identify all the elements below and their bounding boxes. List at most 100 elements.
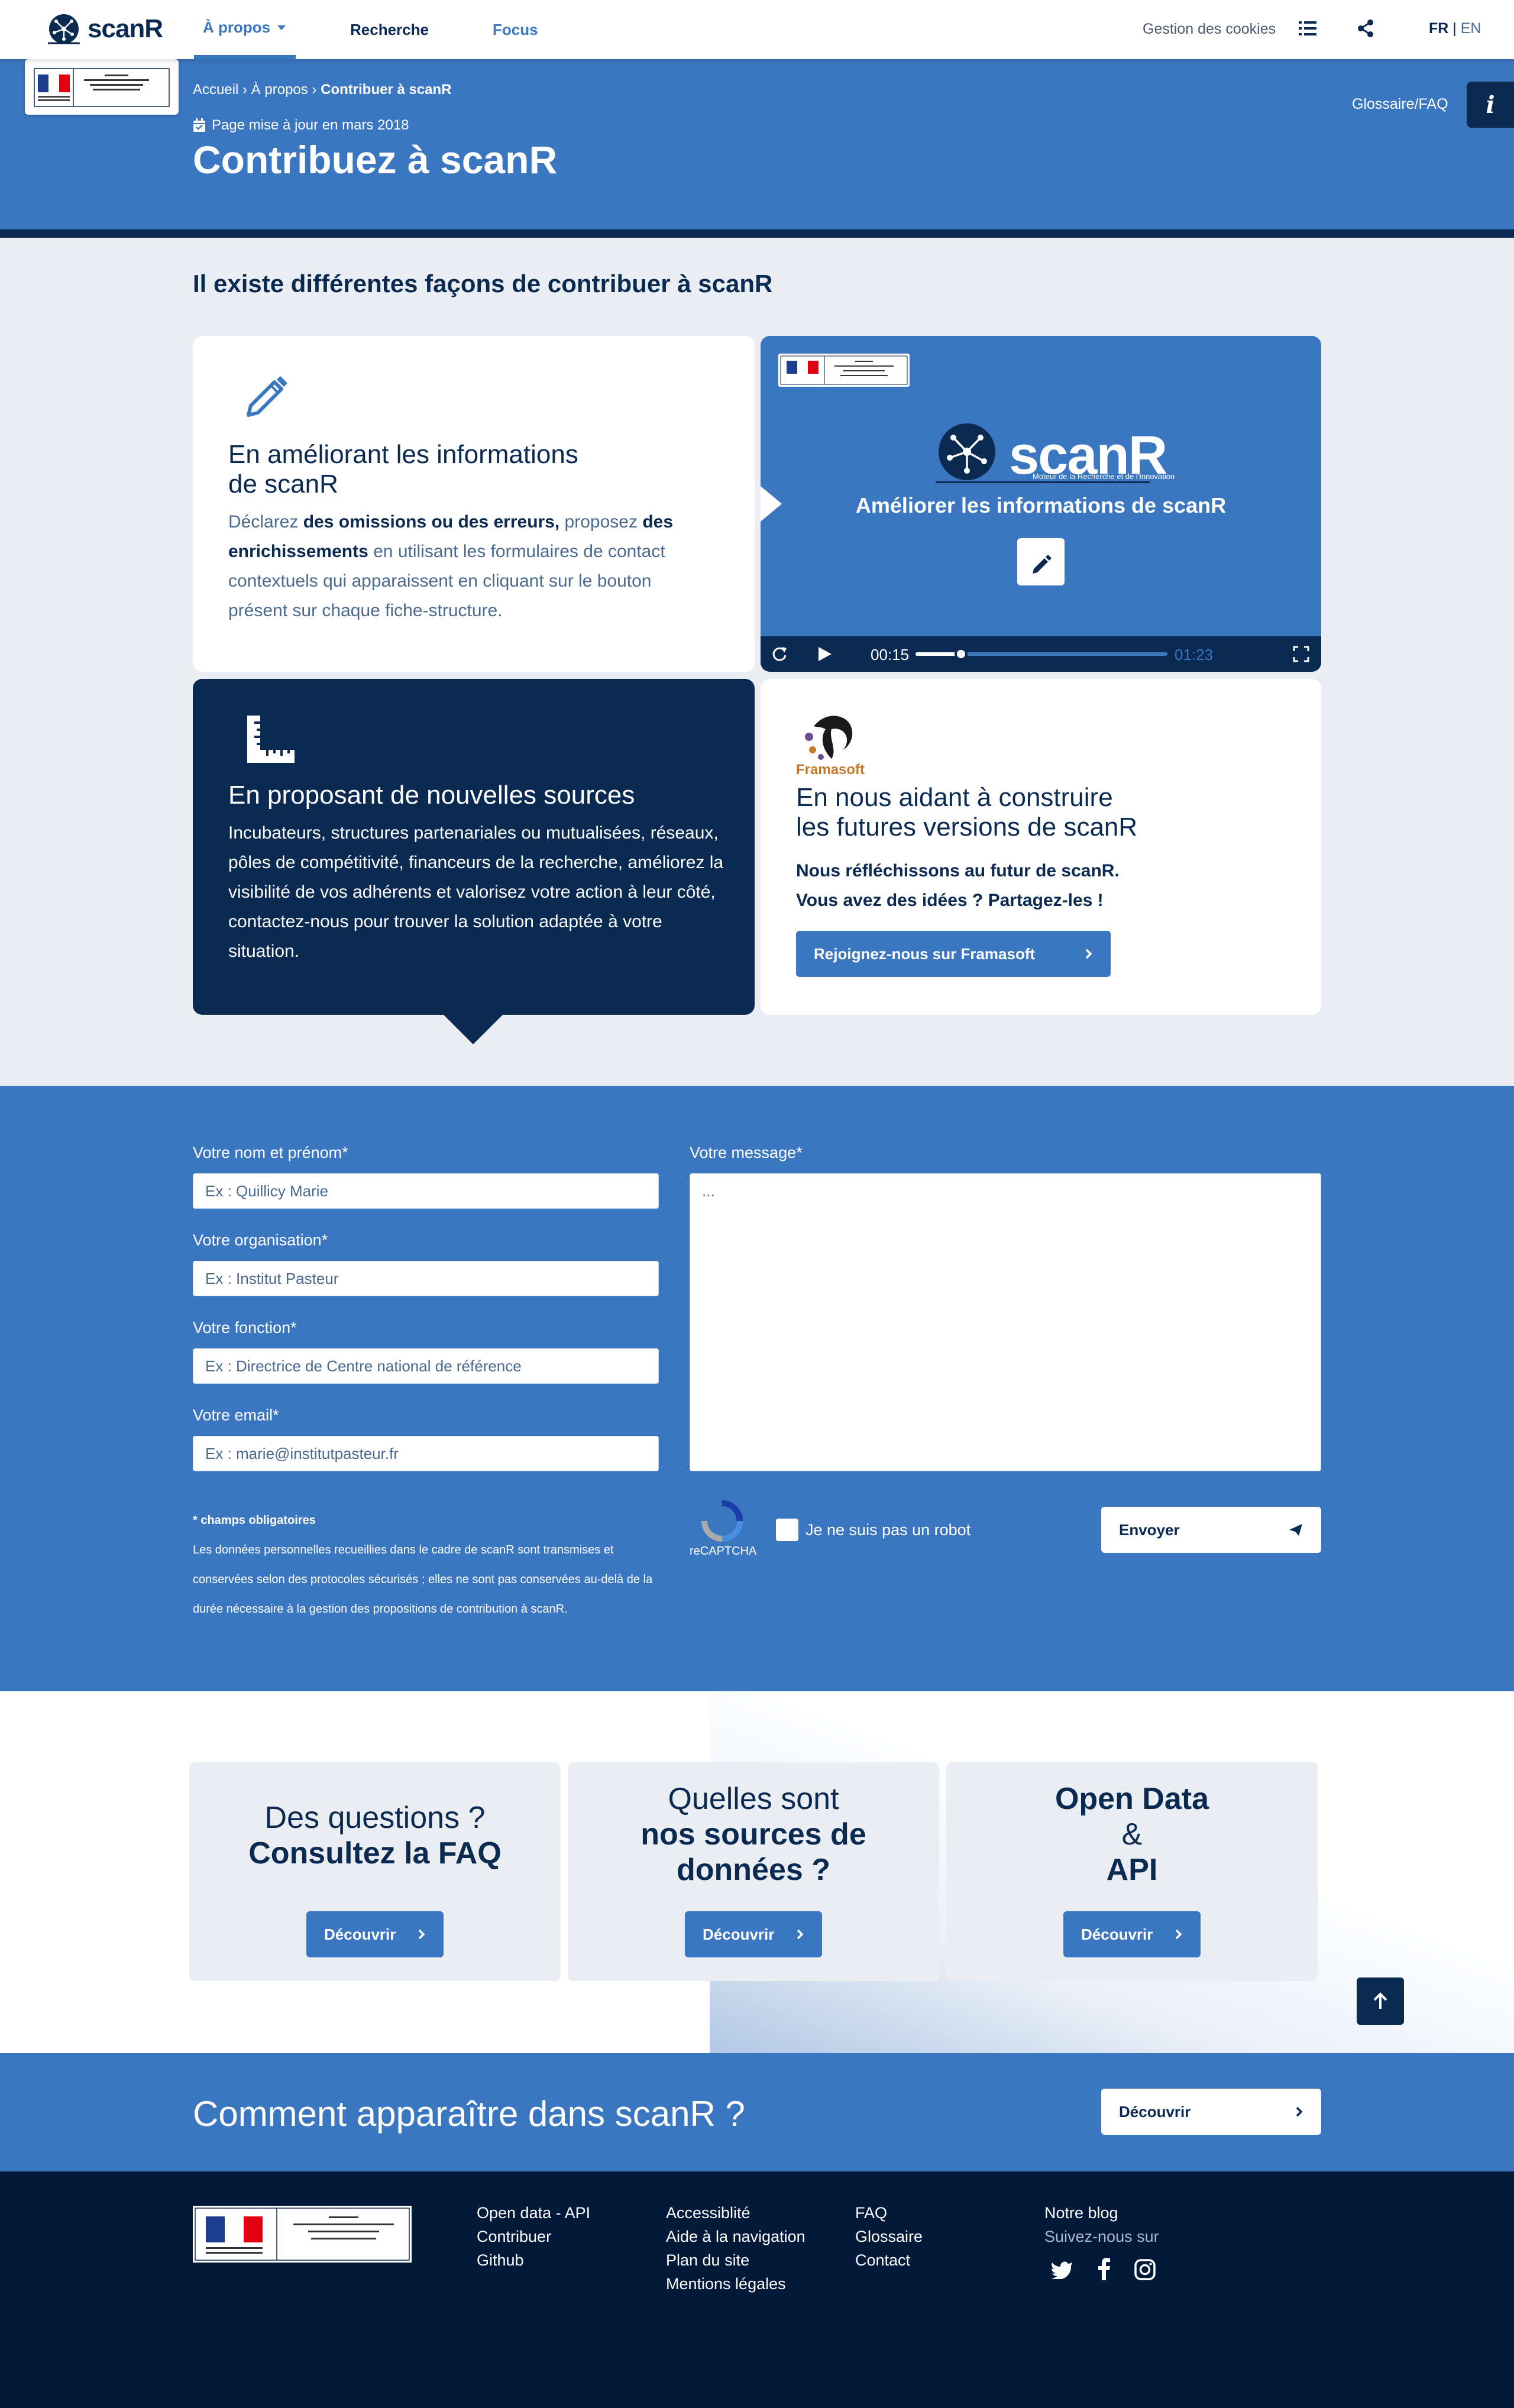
footer-link-legal[interactable]: Mentions légales xyxy=(666,2272,805,2296)
chevron-right-icon xyxy=(418,1929,425,1940)
framasoft-logo-graphic xyxy=(805,716,853,760)
pencil-icon xyxy=(247,376,287,417)
discover-label: Découvrir xyxy=(703,1925,775,1943)
play-icon[interactable] xyxy=(815,645,834,664)
card-sources-title: En proposant de nouvelles sources xyxy=(228,781,635,810)
opendata-card-heading: Open Data & API xyxy=(946,1762,1318,1888)
card-improve-text: Déclarez des omissions ou des erreurs, p… xyxy=(228,507,713,626)
logo-text: scanR xyxy=(88,14,163,43)
card-down-arrow xyxy=(444,1015,503,1044)
video-logo-underline xyxy=(936,481,1150,483)
replay-icon[interactable] xyxy=(770,645,789,664)
footer-link-accessibility[interactable]: Accessiblité xyxy=(666,2201,805,2225)
message-label: Votre message* xyxy=(690,1144,803,1161)
nav-recherche-label: Recherche xyxy=(350,20,429,38)
scanr-logo[interactable]: scanR xyxy=(46,13,163,45)
framasoft-join-button[interactable]: Rejoignez-nous sur Framasoft xyxy=(796,931,1111,977)
opendata-card-line: API xyxy=(1106,1853,1158,1887)
footer-link-faq[interactable]: FAQ xyxy=(855,2201,923,2225)
send-button[interactable]: Envoyer xyxy=(1101,1507,1321,1553)
video-player[interactable]: scanR Moteur de la Recherche et de l'Inn… xyxy=(761,336,1321,672)
name-input[interactable]: Ex : Quillicy Marie xyxy=(193,1173,659,1209)
framasoft-join-label: Rejoignez-nous sur Framasoft xyxy=(814,944,1036,963)
section-title: Il existe différentes façons de contribu… xyxy=(193,270,773,297)
chevron-right-icon xyxy=(797,1929,804,1940)
breadcrumb-about[interactable]: À propos xyxy=(251,82,308,98)
footer-follow-label: Suivez-nous sur xyxy=(1044,2228,1159,2245)
video-time-total: 01:23 xyxy=(1175,646,1214,664)
footer-link-contribuer[interactable]: Contribuer xyxy=(477,2225,590,2248)
instagram-icon[interactable] xyxy=(1134,2259,1156,2280)
faq-discover-button[interactable]: Découvrir xyxy=(306,1911,444,1957)
footer-link-blog[interactable]: Notre blog xyxy=(1044,2201,1159,2225)
card-arrow xyxy=(761,486,782,522)
function-label: Votre fonction* xyxy=(193,1319,297,1336)
fullscreen-icon[interactable] xyxy=(1293,646,1309,662)
share-icon[interactable] xyxy=(1357,19,1374,38)
organisation-input[interactable]: Ex : Institut Pasteur xyxy=(193,1261,659,1296)
faq-card-line: Consultez la FAQ xyxy=(248,1836,502,1870)
footer-link-contact[interactable]: Contact xyxy=(855,2248,923,2272)
opendata-discover-button[interactable]: Découvrir xyxy=(1063,1911,1201,1957)
nav-focus-label: Focus xyxy=(493,20,538,38)
video-ministry-logo-graphic xyxy=(780,355,908,385)
top-navbar: scanR À propos Recherche Focus Gestion d… xyxy=(0,0,1514,59)
message-textarea[interactable]: ... xyxy=(690,1173,1321,1471)
lang-fr[interactable]: FR xyxy=(1429,20,1448,37)
footer-link-navigation-help[interactable]: Aide à la navigation xyxy=(666,2225,805,2248)
video-progress-handle[interactable] xyxy=(954,648,968,661)
required-note: * champs obligatoires xyxy=(193,1514,316,1527)
footer-col-1: Open data - API Contribuer Github xyxy=(477,2201,590,2272)
card-improve-title-line1: En améliorant les informations xyxy=(228,440,578,469)
video-tagline: Moteur de la Recherche et de l'Innovatio… xyxy=(1033,472,1175,481)
nav-focus[interactable]: Focus xyxy=(493,0,538,59)
ruler-icon xyxy=(247,716,295,763)
card-framasoft-title-line2: les futures versions de scanR xyxy=(796,813,1138,841)
sources-discover-button[interactable]: Découvrir xyxy=(685,1911,822,1957)
opendata-card-line: Open Data xyxy=(1054,1782,1209,1816)
card-framasoft-title-line1: En nous aidant à construire xyxy=(796,783,1113,812)
video-progress-track[interactable] xyxy=(915,648,1167,661)
email-input[interactable]: Ex : marie@institutpasteur.fr xyxy=(193,1436,659,1471)
footer-link-opendata[interactable]: Open data - API xyxy=(477,2201,590,2225)
robot-checkbox[interactable] xyxy=(776,1519,798,1541)
sources-card-line: Quelles sont xyxy=(668,1782,839,1816)
breadcrumb-separator: › xyxy=(242,82,248,98)
send-label: Envoyer xyxy=(1119,1520,1180,1539)
recaptcha-label: reCAPTCHA xyxy=(690,1545,757,1558)
send-icon xyxy=(1289,1524,1302,1536)
info-icon: i xyxy=(1486,90,1495,119)
list-icon[interactable] xyxy=(1299,20,1316,37)
sources-card: Quelles sont nos sources de données ? Dé… xyxy=(568,1762,939,1981)
framasoft-logo: Framasoft xyxy=(796,708,879,779)
facebook-icon[interactable] xyxy=(1098,2258,1111,2280)
cookie-settings-link[interactable]: Gestion des cookies xyxy=(1143,21,1276,38)
function-input[interactable]: Ex : Directrice de Centre national de ré… xyxy=(193,1348,659,1384)
card-improve-info: En améliorant les informations de scanR … xyxy=(193,336,755,672)
back-to-top-button[interactable] xyxy=(1357,1977,1404,2025)
calendar-icon xyxy=(193,118,205,132)
opendata-card: Open Data & API Découvrir xyxy=(946,1762,1318,1981)
footer-link-glossary[interactable]: Glossaire xyxy=(855,2225,923,2248)
lang-en[interactable]: EN xyxy=(1461,20,1481,37)
video-controls: 00:15 01:23 xyxy=(761,636,1321,672)
breadcrumb-current: Contribuer à scanR xyxy=(321,82,452,98)
breadcrumb: Accueil › À propos › Contribuer à scanR xyxy=(193,82,452,98)
glossary-link[interactable]: Glossaire/FAQ xyxy=(1352,96,1448,113)
appear-discover-button[interactable]: Découvrir xyxy=(1101,2089,1321,2135)
nav-recherche[interactable]: Recherche xyxy=(350,0,429,59)
info-button[interactable]: i xyxy=(1467,82,1514,128)
breadcrumb-home[interactable]: Accueil xyxy=(193,82,238,98)
card-improve-title-line2: de scanR xyxy=(228,470,338,499)
twitter-icon[interactable] xyxy=(1050,2260,1073,2279)
ministry-logo xyxy=(25,59,179,115)
footer-link-github[interactable]: Github xyxy=(477,2248,590,2272)
nav-apropos[interactable]: À propos xyxy=(194,0,296,59)
chevron-right-icon xyxy=(1296,2106,1303,2117)
faq-card-line: Des questions ? xyxy=(264,1801,486,1835)
video-edit-button[interactable] xyxy=(1017,538,1065,585)
footer-link-sitemap[interactable]: Plan du site xyxy=(666,2248,805,2272)
video-caption: Améliorer les informations de scanR xyxy=(855,493,1227,517)
footer-ministry-logo xyxy=(193,2206,412,2263)
footer-col-4: Notre blog Suivez-nous sur xyxy=(1044,2201,1159,2248)
